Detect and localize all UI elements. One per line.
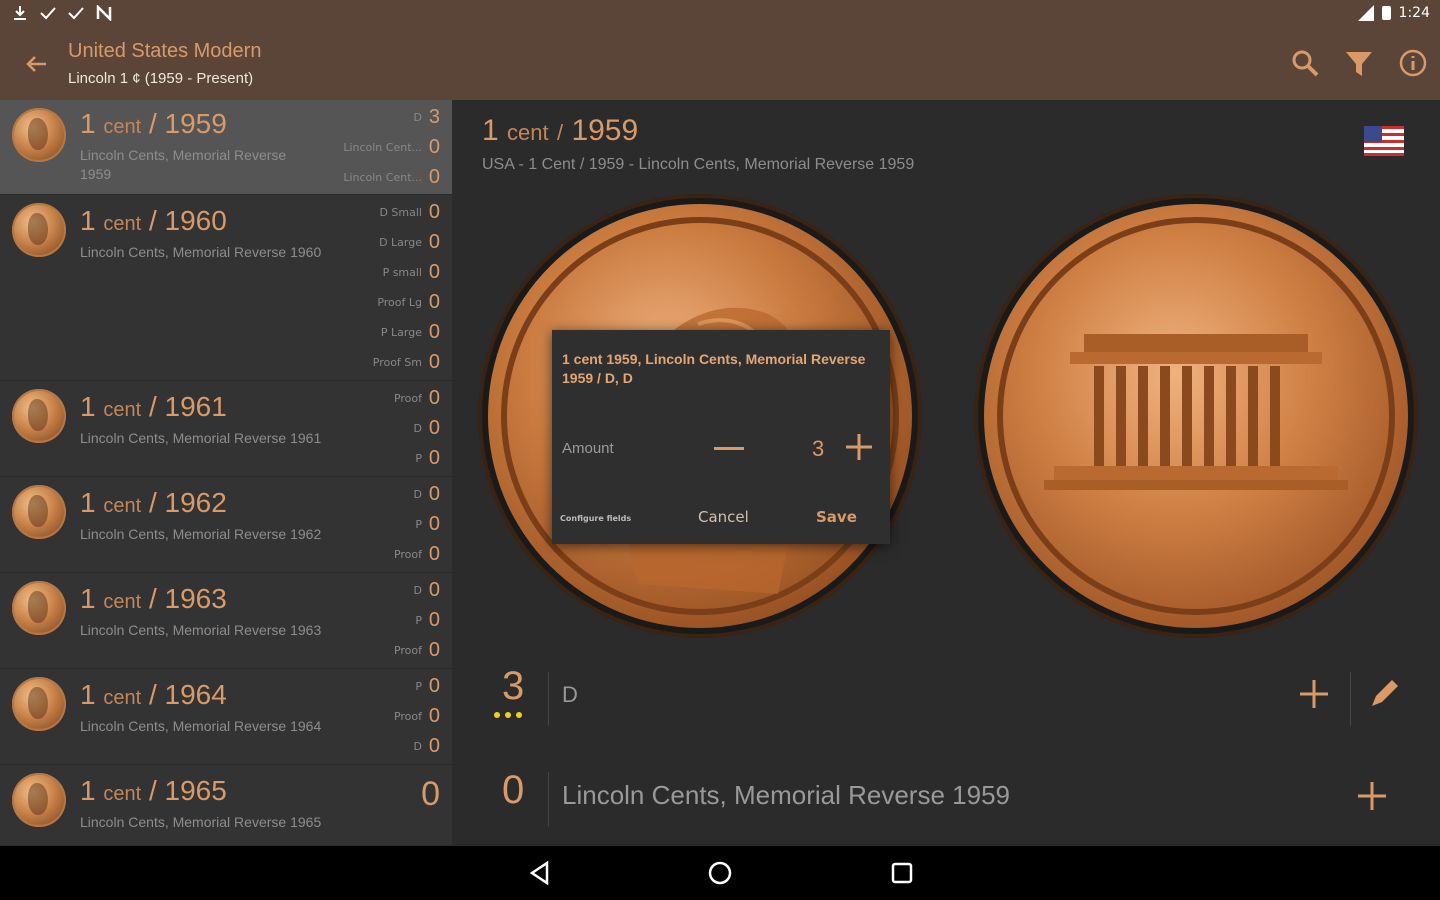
check-icon [68,5,84,21]
variant-stats: D0 P0 Proof 0 [393,482,440,565]
detail-title: 1 cent / 1959 [482,114,639,147]
variant-stats: D Small 0 D Large 0 P small 0 Proof Lg 0 P L… [372,200,440,373]
coin-reverse-image[interactable] [984,204,1408,628]
variant-stats: P0 Proof 0 D0 [393,674,440,757]
search-icon [1292,50,1319,77]
coin-description: Lincoln Cents, Memorial Reverse 1962 [80,526,322,542]
list-item-1961[interactable]: 1 cent / 1961 Lincoln Cents, Memorial Re… [0,381,452,477]
total-count: 0 [421,775,440,813]
divider [548,672,549,726]
coin-description: Lincoln Cents, Memorial Reverse 1965 [80,814,322,830]
variant-stats: Proof 0 D0 P0 [393,386,440,469]
nav-home-button[interactable] [703,856,737,890]
variant-stats: D0 P0 Proof 0 [393,578,440,661]
triangle-back-icon [529,860,549,886]
coin-description: Lincoln Cents, Memorial Reverse 1959 [80,147,287,182]
coin-description: Lincoln Cents, Memorial Reverse 1963 [80,622,322,638]
list-item-1959[interactable]: 1 cent / 1959 Lincoln Cents, Memorial Re… [0,100,452,195]
plus-icon [1358,782,1386,810]
coin-list[interactable]: 1 cent / 1959 Lincoln Cents, Memorial Re… [0,100,452,846]
coin-description: Lincoln Cents, Memorial Reverse 1960 [80,244,322,260]
coin-title: 1 cent / 1965 [80,775,227,806]
back-button[interactable] [20,48,52,80]
save-button[interactable]: Save [816,508,857,526]
coin-thumbnail [12,389,66,443]
minus-icon [714,447,744,450]
divider [1350,672,1351,726]
coin-title: 1 cent / 1962 [80,487,227,518]
coin-title: 1 cent / 1964 [80,679,227,710]
variant-row-memorial[interactable]: 0 Lincoln Cents, Memorial Reverse 1959 [452,756,1440,846]
download-icon [12,5,28,21]
coin-thumbnail [12,485,66,539]
amount-dialog: 1 cent 1959, Lincoln Cents, Memorial Rev… [552,330,890,544]
nav-recents-button[interactable] [885,856,919,890]
more-dots-indicator [494,712,522,718]
divider [548,772,549,826]
add-variant-button[interactable] [1352,776,1392,816]
amount-value[interactable]: 3 [812,436,824,462]
status-time: 1:24 [1398,5,1430,21]
add-variant-button[interactable] [1294,674,1334,714]
app-bar: United States Modern Lincoln 1 ¢ (1959 -… [0,28,1440,100]
coin-thumbnail [12,677,66,731]
coin-title: 1 cent / 1959 [80,108,227,139]
filter-icon [1346,52,1372,76]
variant-label: D [562,682,578,707]
coin-thumbnail [12,108,66,162]
list-item-1963[interactable]: 1 cent / 1963 Lincoln Cents, Memorial Re… [0,573,452,669]
nav-back-button[interactable] [522,856,556,890]
signal-icon [1357,5,1374,21]
detail-subtitle: USA - 1 Cent / 1959 - Lincoln Cents, Mem… [482,156,915,173]
notification-n-icon [96,5,112,21]
decrease-button[interactable] [712,434,746,464]
navigation-bar [0,846,1440,900]
search-button[interactable] [1286,44,1324,82]
coin-title: 1 cent / 1960 [80,205,227,236]
increase-button[interactable] [842,430,876,464]
list-item-1964[interactable]: 1 cent / 1964 Lincoln Cents, Memorial Re… [0,669,452,765]
us-flag-icon[interactable] [1364,126,1404,162]
list-item-1965[interactable]: 1 cent / 1965 Lincoln Cents, Memorial Re… [0,765,452,846]
coin-thumbnail [12,581,66,635]
info-button[interactable] [1394,44,1432,82]
edit-button[interactable] [1364,674,1404,714]
battery-icon [1381,6,1391,20]
cancel-button[interactable]: Cancel [698,508,749,526]
coin-title: 1 cent / 1963 [80,583,227,614]
filter-button[interactable] [1340,44,1378,82]
coin-title: 1 cent / 1961 [80,391,227,422]
plus-icon [846,434,872,460]
check-icon [40,5,56,21]
coin-description: Lincoln Cents, Memorial Reverse 1964 [80,718,322,734]
amount-label: Amount [562,440,614,457]
variant-count: 0 [502,768,525,812]
pencil-icon [1372,680,1398,706]
info-icon [1399,49,1427,77]
arrow-back-icon [26,56,46,72]
variant-label: Lincoln Cents, Memorial Reverse 1959 [562,780,1010,810]
coin-thumbnail [12,203,66,257]
list-item-1960[interactable]: 1 cent / 1960 Lincoln Cents, Memorial Re… [0,195,452,381]
status-bar: 1:24 [0,0,1440,28]
coin-thumbnail [12,773,66,827]
square-recents-icon [891,862,913,884]
dialog-title: 1 cent 1959, Lincoln Cents, Memorial Rev… [562,351,866,386]
configure-fields-button[interactable]: Configure fields [560,514,631,523]
variant-count: 3 [502,664,525,708]
app-subtitle: Lincoln 1 ¢ (1959 - Present) [68,70,254,87]
plus-icon [1300,680,1328,708]
coin-description: Lincoln Cents, Memorial Reverse 1961 [80,430,322,446]
app-title: United States Modern [68,40,262,62]
variant-stats: D3 Lincoln Cent... 0 Lincoln Cent... 0 [343,105,440,188]
variant-row-d[interactable]: 3 D [452,654,1440,744]
list-item-1962[interactable]: 1 cent / 1962 Lincoln Cents, Memorial Re… [0,477,452,573]
circle-home-icon [708,861,732,885]
